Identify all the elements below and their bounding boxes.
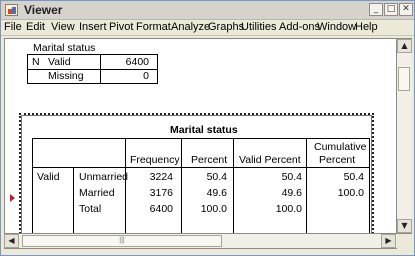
summary-row-value: 6400 bbox=[125, 56, 149, 68]
scrollbar-corner bbox=[397, 234, 412, 249]
frequency-table-title: Marital status bbox=[170, 124, 238, 136]
cell-percent: 50.4 bbox=[206, 171, 227, 183]
menu-bar: File Edit View Insert Pivot Format Analy… bbox=[1, 20, 414, 36]
menu-utilities[interactable]: Utilities bbox=[241, 21, 276, 33]
table-divider bbox=[181, 139, 182, 233]
cell-valid-percent: 50.4 bbox=[281, 171, 302, 183]
header-cumulative-percent: Percent bbox=[319, 154, 356, 166]
table-header-divider bbox=[33, 167, 369, 168]
menu-analyze[interactable]: Analyze bbox=[171, 21, 210, 33]
row-label-unmarried: Unmarried bbox=[79, 171, 129, 183]
menu-view[interactable]: View bbox=[51, 21, 75, 33]
table-divider bbox=[306, 139, 307, 233]
summary-row-label: Valid bbox=[48, 56, 71, 68]
cell-frequency: 3176 bbox=[149, 187, 173, 199]
menu-insert[interactable]: Insert bbox=[79, 21, 107, 33]
scroll-up-button[interactable]: ▲ bbox=[397, 39, 412, 53]
minimize-button[interactable]: _ bbox=[369, 3, 383, 16]
table-divider bbox=[125, 139, 126, 233]
row-label-married: Married bbox=[79, 187, 115, 199]
frequency-table[interactable]: Frequency Percent Valid Percent Cumulati… bbox=[32, 138, 370, 233]
window-title: Viewer bbox=[24, 3, 63, 17]
cell-percent: 100.0 bbox=[200, 203, 227, 215]
maximize-button[interactable]: □ bbox=[384, 3, 398, 16]
menu-file[interactable]: File bbox=[4, 21, 22, 33]
menu-pivot[interactable]: Pivot bbox=[109, 21, 133, 33]
horizontal-scroll-thumb[interactable]: ||| bbox=[22, 235, 222, 247]
header-cumulative: Cumulative bbox=[314, 141, 367, 153]
horizontal-scrollbar[interactable]: ◀ ||| ▶ bbox=[4, 234, 397, 249]
summary-row-label: Missing bbox=[48, 70, 84, 82]
header-frequency: Frequency bbox=[130, 154, 180, 166]
summary-table[interactable]: N Valid Missing 6400 0 bbox=[27, 54, 158, 84]
viewer-window: Viewer _ □ ✕ File Edit View Insert Pivot… bbox=[0, 0, 415, 256]
cell-percent: 49.6 bbox=[206, 187, 227, 199]
menu-graphs[interactable]: Graphs bbox=[208, 21, 244, 33]
menu-add-ons[interactable]: Add-ons bbox=[279, 21, 320, 33]
menu-format[interactable]: Format bbox=[136, 21, 171, 33]
menu-edit[interactable]: Edit bbox=[26, 21, 45, 33]
selection-marker-icon bbox=[10, 194, 15, 202]
row-label-total: Total bbox=[79, 203, 102, 215]
table-divider bbox=[233, 139, 234, 233]
summary-row-value: 0 bbox=[143, 70, 149, 82]
vertical-scroll-thumb[interactable] bbox=[398, 67, 410, 91]
cell-cumulative: 50.4 bbox=[343, 171, 364, 183]
cell-frequency: 3224 bbox=[149, 171, 173, 183]
scroll-down-button[interactable]: ▼ bbox=[397, 219, 412, 233]
scroll-right-button[interactable]: ▶ bbox=[381, 234, 396, 248]
output-pane[interactable]: Marital status N Valid Missing 6400 0 Ma… bbox=[4, 38, 397, 234]
title-bar[interactable]: Viewer _ □ ✕ bbox=[1, 1, 414, 20]
row-group-label: Valid bbox=[37, 171, 60, 183]
cell-valid-percent: 100.0 bbox=[275, 203, 302, 215]
menu-window[interactable]: Window bbox=[317, 21, 356, 33]
table-divider bbox=[73, 167, 74, 233]
menu-help[interactable]: Help bbox=[355, 21, 378, 33]
header-percent: Percent bbox=[191, 154, 228, 166]
summary-table-title: Marital status bbox=[33, 42, 96, 54]
scroll-left-button[interactable]: ◀ bbox=[4, 234, 19, 248]
vertical-scrollbar[interactable]: ▲ ▼ bbox=[397, 38, 412, 234]
cell-frequency: 6400 bbox=[149, 203, 173, 215]
cell-valid-percent: 49.6 bbox=[281, 187, 302, 199]
close-button[interactable]: ✕ bbox=[399, 3, 413, 16]
cell-cumulative: 100.0 bbox=[337, 187, 364, 199]
viewer-app-icon bbox=[5, 4, 18, 16]
summary-row-group-label: N bbox=[32, 56, 40, 68]
header-valid-percent: Valid Percent bbox=[239, 154, 301, 166]
